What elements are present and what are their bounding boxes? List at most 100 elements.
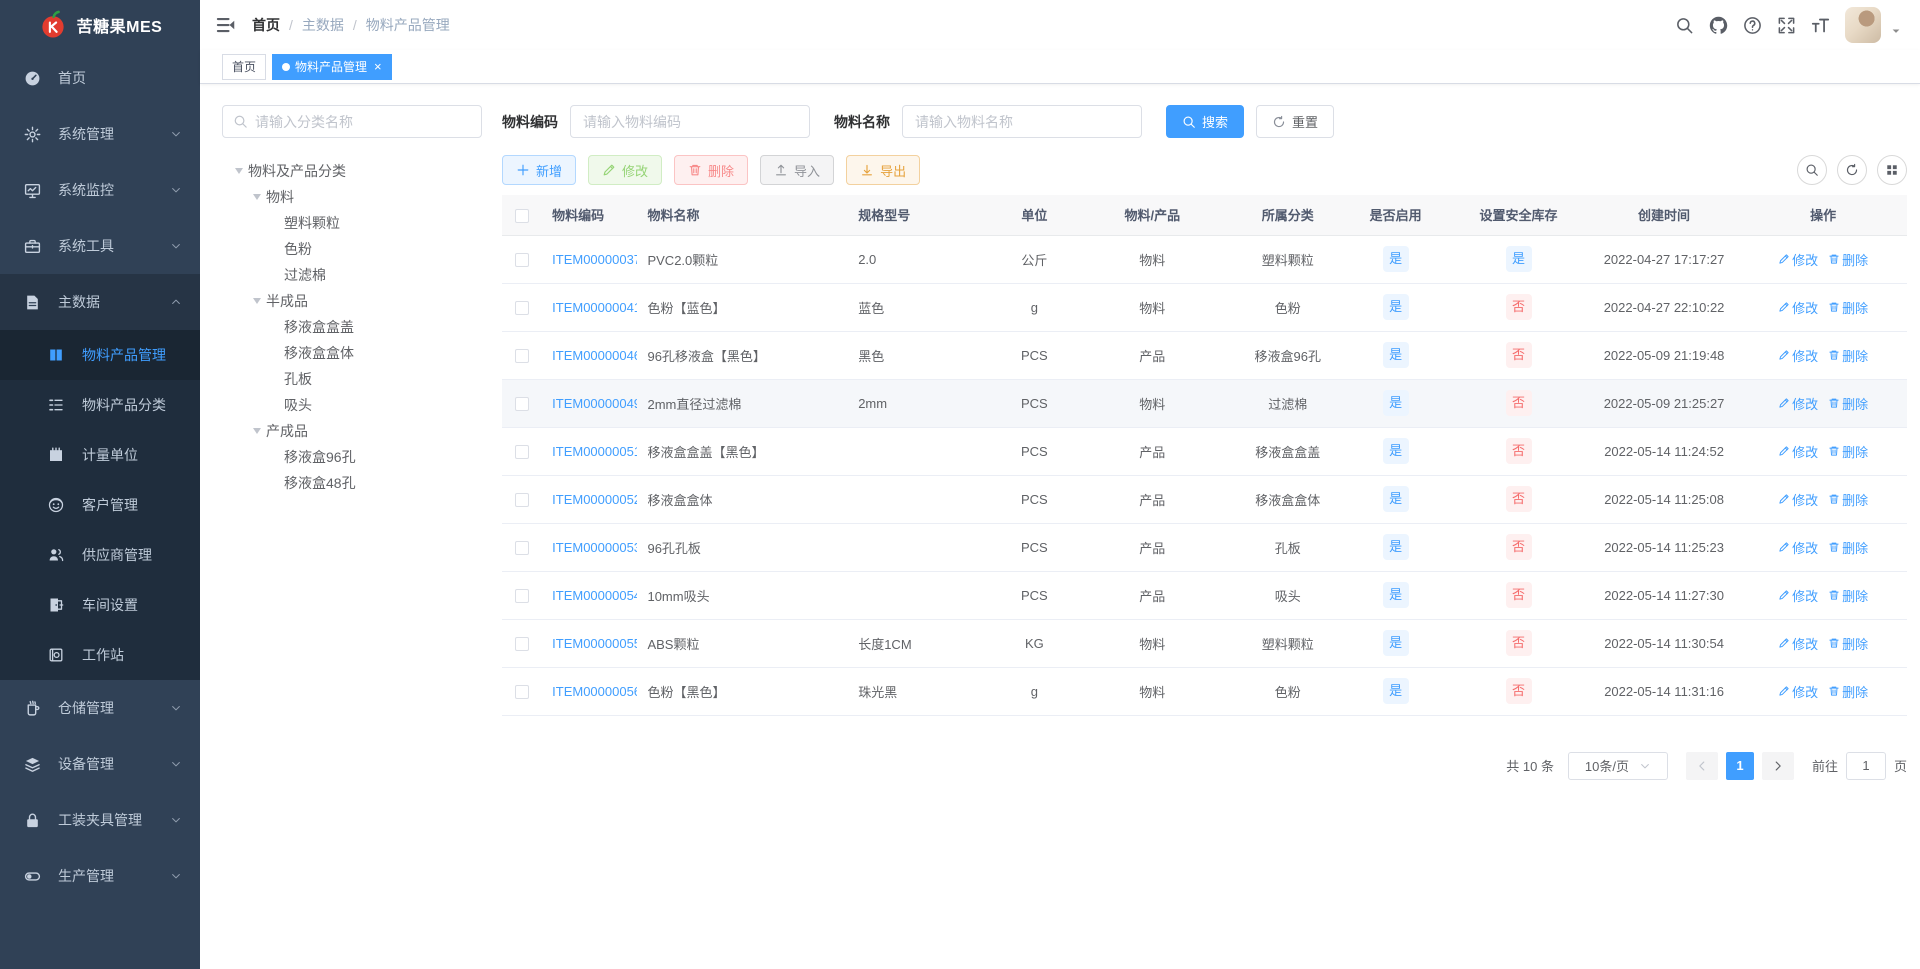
page-number-button[interactable]: 1 bbox=[1725, 751, 1754, 780]
edit-button[interactable]: 修改 bbox=[588, 155, 663, 185]
sidebar-item-system-tools[interactable]: 系统工具 bbox=[0, 218, 200, 274]
sidebar-item-equipment-mgmt[interactable]: 设备管理 bbox=[0, 736, 200, 792]
row-checkbox[interactable] bbox=[515, 636, 530, 651]
sidebar-item-production-mgmt[interactable]: 生产管理 bbox=[0, 848, 200, 904]
next-page-button[interactable] bbox=[1761, 751, 1794, 780]
sidebar-subitem-material-product-category[interactable]: 物料产品分类 bbox=[0, 380, 200, 430]
tree-node[interactable]: 塑料颗粒 bbox=[222, 210, 482, 236]
select-all-checkbox[interactable] bbox=[515, 208, 530, 223]
tree-expand-caret-icon[interactable] bbox=[248, 298, 266, 304]
item-code-link[interactable]: ITEM00000055 bbox=[552, 636, 637, 651]
add-button[interactable]: 新增 bbox=[502, 155, 577, 185]
tree-node[interactable]: 移液盒盒盖 bbox=[222, 314, 482, 340]
sidebar-subitem-customer-mgmt[interactable]: 客户管理 bbox=[0, 480, 200, 530]
category-search-input[interactable] bbox=[255, 113, 471, 130]
edit-link[interactable]: 修改 bbox=[1778, 394, 1818, 413]
chevron-down-icon[interactable] bbox=[1890, 25, 1902, 37]
sidebar-item-system-monitor[interactable]: 系统监控 bbox=[0, 162, 200, 218]
tree-node[interactable]: 移液盒96孔 bbox=[222, 444, 482, 470]
delete-button[interactable]: 删除 bbox=[674, 155, 749, 185]
item-code-link[interactable]: ITEM00000053 bbox=[552, 540, 637, 555]
row-checkbox[interactable] bbox=[515, 396, 530, 411]
github-icon[interactable] bbox=[1709, 16, 1728, 35]
tree-node[interactable]: 半成品 bbox=[222, 288, 482, 314]
tree-node[interactable]: 物料及产品分类 bbox=[222, 158, 482, 184]
edit-link[interactable]: 修改 bbox=[1778, 250, 1818, 269]
item-code-link[interactable]: ITEM00000051 bbox=[552, 444, 637, 459]
row-checkbox[interactable] bbox=[515, 348, 530, 363]
tree-node[interactable]: 色粉 bbox=[222, 236, 482, 262]
item-code-link[interactable]: ITEM00000041 bbox=[552, 300, 637, 315]
export-button[interactable]: 导出 bbox=[846, 155, 921, 185]
page-size-select[interactable]: 10条/页 bbox=[1567, 751, 1668, 780]
delete-link[interactable]: 删除 bbox=[1828, 250, 1868, 269]
edit-link[interactable]: 修改 bbox=[1778, 586, 1818, 605]
delete-link[interactable]: 删除 bbox=[1828, 394, 1868, 413]
sidebar-item-home[interactable]: 首页 bbox=[0, 50, 200, 106]
edit-link[interactable]: 修改 bbox=[1778, 490, 1818, 509]
delete-link[interactable]: 删除 bbox=[1828, 346, 1868, 365]
goto-page-input[interactable] bbox=[1845, 751, 1886, 780]
tree-expand-caret-icon[interactable] bbox=[230, 168, 248, 174]
breadcrumb-item[interactable]: 主数据 bbox=[302, 15, 344, 35]
row-checkbox[interactable] bbox=[515, 444, 530, 459]
code-filter-input[interactable] bbox=[570, 105, 810, 138]
sidebar-item-master-data[interactable]: 主数据 bbox=[0, 274, 200, 330]
tree-node[interactable]: 吸头 bbox=[222, 392, 482, 418]
item-code-link[interactable]: ITEM00000056 bbox=[552, 684, 637, 699]
tree-expand-caret-icon[interactable] bbox=[248, 194, 266, 200]
row-checkbox[interactable] bbox=[515, 684, 530, 699]
fullscreen-icon[interactable] bbox=[1777, 16, 1796, 35]
delete-link[interactable]: 删除 bbox=[1828, 298, 1868, 317]
tab-home[interactable]: 首页 bbox=[222, 53, 267, 80]
sidebar-item-system-admin[interactable]: 系统管理 bbox=[0, 106, 200, 162]
edit-link[interactable]: 修改 bbox=[1778, 346, 1818, 365]
item-code-link[interactable]: ITEM00000052 bbox=[552, 492, 637, 507]
tree-node[interactable]: 过滤棉 bbox=[222, 262, 482, 288]
help-icon[interactable] bbox=[1743, 16, 1762, 35]
delete-link[interactable]: 删除 bbox=[1828, 442, 1868, 461]
edit-link[interactable]: 修改 bbox=[1778, 442, 1818, 461]
row-checkbox[interactable] bbox=[515, 540, 530, 555]
close-icon[interactable]: × bbox=[374, 60, 382, 73]
table-refresh-button[interactable] bbox=[1837, 155, 1867, 185]
delete-link[interactable]: 删除 bbox=[1828, 538, 1868, 557]
item-code-link[interactable]: ITEM00000046 bbox=[552, 348, 637, 363]
row-checkbox[interactable] bbox=[515, 492, 530, 507]
edit-link[interactable]: 修改 bbox=[1778, 682, 1818, 701]
delete-link[interactable]: 删除 bbox=[1828, 490, 1868, 509]
item-code-link[interactable]: ITEM00000037 bbox=[552, 252, 637, 267]
user-avatar[interactable] bbox=[1845, 7, 1881, 43]
edit-link[interactable]: 修改 bbox=[1778, 538, 1818, 557]
import-button[interactable]: 导入 bbox=[760, 155, 835, 185]
name-filter-input[interactable] bbox=[902, 105, 1142, 138]
sidebar-item-warehouse-mgmt[interactable]: 仓储管理 bbox=[0, 680, 200, 736]
delete-link[interactable]: 删除 bbox=[1828, 634, 1868, 653]
breadcrumb-item[interactable]: 首页 bbox=[252, 15, 280, 35]
tree-node[interactable]: 移液盒盒体 bbox=[222, 340, 482, 366]
search-icon[interactable] bbox=[1675, 16, 1694, 35]
search-button[interactable]: 搜索 bbox=[1166, 105, 1245, 138]
sidebar-subitem-workstation[interactable]: 工作站 bbox=[0, 630, 200, 680]
tree-expand-caret-icon[interactable] bbox=[248, 428, 266, 434]
row-checkbox[interactable] bbox=[515, 588, 530, 603]
prev-page-button[interactable] bbox=[1685, 751, 1718, 780]
hamburger-icon[interactable] bbox=[216, 15, 236, 35]
item-code-link[interactable]: ITEM00000054 bbox=[552, 588, 637, 603]
sidebar-subitem-workshop-settings[interactable]: 车间设置 bbox=[0, 580, 200, 630]
row-checkbox[interactable] bbox=[515, 252, 530, 267]
tree-node[interactable]: 物料 bbox=[222, 184, 482, 210]
edit-link[interactable]: 修改 bbox=[1778, 634, 1818, 653]
tree-node[interactable]: 移液盒48孔 bbox=[222, 470, 482, 496]
table-search-toggle-button[interactable] bbox=[1797, 155, 1827, 185]
sidebar-subitem-supplier-mgmt[interactable]: 供应商管理 bbox=[0, 530, 200, 580]
delete-link[interactable]: 删除 bbox=[1828, 586, 1868, 605]
app-logo[interactable]: 苦糖果MES bbox=[0, 0, 200, 50]
row-checkbox[interactable] bbox=[515, 300, 530, 315]
delete-link[interactable]: 删除 bbox=[1828, 682, 1868, 701]
sidebar-item-tooling-mgmt[interactable]: 工装夹具管理 bbox=[0, 792, 200, 848]
edit-link[interactable]: 修改 bbox=[1778, 298, 1818, 317]
sidebar-subitem-material-product-mgmt[interactable]: 物料产品管理 bbox=[0, 330, 200, 380]
item-code-link[interactable]: ITEM00000049 bbox=[552, 396, 637, 411]
reset-button[interactable]: 重置 bbox=[1256, 105, 1335, 138]
